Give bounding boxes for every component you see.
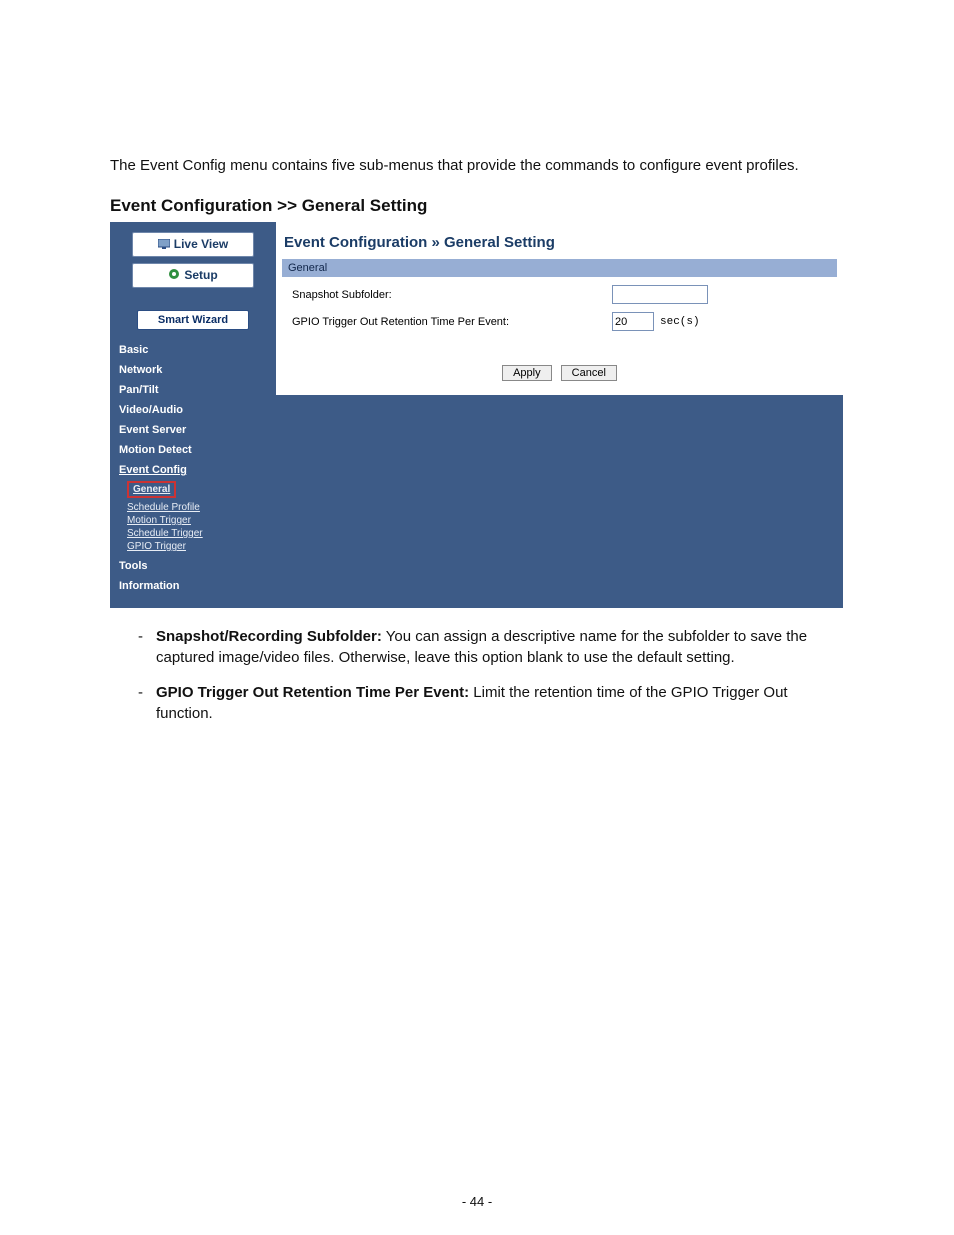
content-pane: Event Configuration » General Setting Ge… [276, 222, 843, 608]
sidebar: Live View Setup Smart Wizard Basic Netwo… [110, 222, 276, 608]
subnav-schedule-profile[interactable]: Schedule Profile [127, 502, 267, 513]
event-config-children: General Schedule Profile Motion Trigger … [127, 479, 267, 552]
apply-button[interactable]: Apply [502, 365, 552, 381]
intro-text: The Event Config menu contains five sub-… [110, 155, 844, 176]
content-empty-area [276, 395, 843, 608]
page-number: - 44 - [0, 1194, 954, 1209]
monitor-icon [158, 238, 170, 252]
note-gpio: GPIO Trigger Out Retention Time Per Even… [138, 682, 844, 724]
setup-label: Setup [184, 268, 217, 282]
nav-list: Basic Network Pan/Tilt Video/Audio Event… [119, 344, 267, 592]
nav-event-config-label: Event Config [119, 464, 187, 476]
nav-basic[interactable]: Basic [119, 344, 267, 356]
gpio-retention-label: GPIO Trigger Out Retention Time Per Even… [292, 316, 612, 328]
live-view-label: Live View [174, 237, 228, 251]
note-gpio-strong: GPIO Trigger Out Retention Time Per Even… [156, 684, 469, 701]
nav-pan-tilt[interactable]: Pan/Tilt [119, 384, 267, 396]
breadcrumb: Event Configuration » General Setting [282, 230, 837, 259]
gpio-retention-unit: sec(s) [660, 316, 700, 328]
note-snapshot: Snapshot/Recording Subfolder: You can as… [138, 626, 844, 668]
nav-tools[interactable]: Tools [119, 560, 267, 572]
note-snapshot-strong: Snapshot/Recording Subfolder: [156, 628, 382, 645]
gear-icon [168, 268, 180, 283]
nav-event-config[interactable]: Event Config General Schedule Profile Mo… [119, 464, 267, 552]
cancel-button[interactable]: Cancel [561, 365, 617, 381]
live-view-button[interactable]: Live View [132, 232, 254, 257]
snapshot-subfolder-label: Snapshot Subfolder: [292, 289, 612, 301]
subnav-schedule-trigger[interactable]: Schedule Trigger [127, 528, 267, 539]
notes-list: Snapshot/Recording Subfolder: You can as… [138, 626, 844, 724]
section-bar-general: General [282, 259, 837, 277]
nav-event-server[interactable]: Event Server [119, 424, 267, 436]
subnav-general[interactable]: General [127, 481, 176, 498]
smart-wizard-button[interactable]: Smart Wizard [137, 310, 249, 330]
nav-video-audio[interactable]: Video/Audio [119, 404, 267, 416]
snapshot-subfolder-input[interactable] [612, 285, 708, 304]
setup-button[interactable]: Setup [132, 263, 254, 288]
section-heading: Event Configuration >> General Setting [110, 196, 844, 216]
nav-motion-detect[interactable]: Motion Detect [119, 444, 267, 456]
subnav-gpio-trigger[interactable]: GPIO Trigger [127, 541, 267, 552]
nav-information[interactable]: Information [119, 580, 267, 592]
nav-network[interactable]: Network [119, 364, 267, 376]
subnav-motion-trigger[interactable]: Motion Trigger [127, 515, 267, 526]
config-screenshot: Live View Setup Smart Wizard Basic Netwo… [110, 222, 843, 608]
gpio-retention-input[interactable] [612, 312, 654, 331]
